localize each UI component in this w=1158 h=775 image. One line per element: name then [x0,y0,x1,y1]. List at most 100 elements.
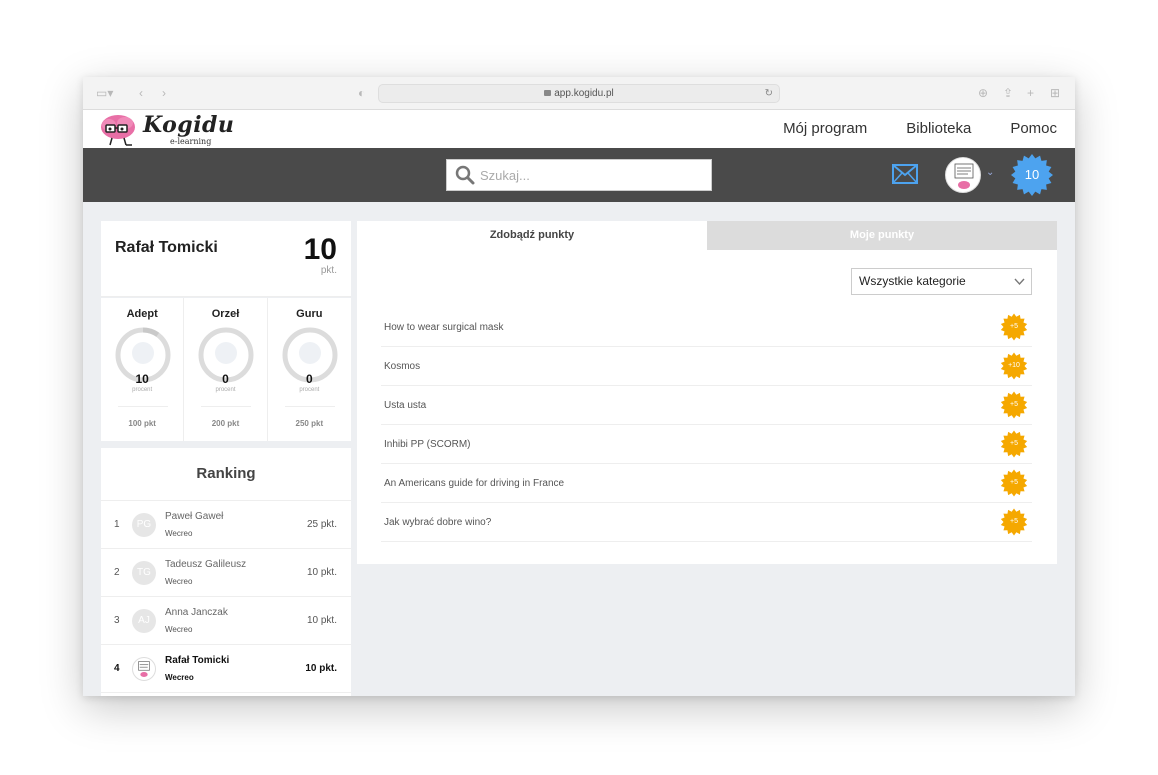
search-input[interactable] [480,160,705,190]
brain-mascot-icon [101,115,135,146]
logo-text: Kogidu [143,112,235,138]
app-toolbar: ⌄ 10 [83,148,1075,202]
level-threshold: 250 pkt [295,419,324,428]
ranking-row[interactable]: 2 TG Tadeusz Galileusz Wecreo 10 pkt. [101,549,351,597]
nav-help[interactable]: Pomoc [1010,120,1057,137]
level-guru: Guru 0 procent 250 pkt [268,298,351,441]
ranking-points: 10 pkt. [306,615,337,626]
activity-item[interactable]: How to wear surgical mask +5 [381,308,1032,347]
user-avatar[interactable] [945,157,981,193]
browser-toolbar: ▭▾ ‹ › ◐ app.kogidu.pl ↻ ⊕ ⇪ + ⊞ [83,77,1075,110]
avatar: PG [132,513,156,537]
earn-points-panel: Wszystkie kategorie How to wear surgical… [357,250,1057,564]
chevron-down-icon [1014,278,1025,286]
ranking-position: 4 [114,663,120,674]
avatar-image-icon [138,661,150,677]
activity-title: Usta usta [384,400,427,411]
reward-badge: +5 [1000,313,1028,341]
activity-title: Kosmos [384,361,421,372]
activity-item[interactable]: An Americans guide for driving in France… [381,464,1032,503]
ranking-row[interactable]: 3 AJ Anna Janczak Wecreo 10 pkt. [101,597,351,645]
tab-my-points[interactable]: Moje punkty [707,221,1057,250]
nav-library[interactable]: Biblioteka [906,120,971,137]
nav-my-program[interactable]: Mój program [783,120,867,137]
mail-icon[interactable] [892,164,918,184]
profile-name: Rafał Tomicki [115,239,218,256]
reward-badge: +10 [1000,352,1028,380]
points-badge-value: 10 [1024,167,1040,182]
avatar-image-icon [954,163,974,189]
ranking-points: 10 pkt. [305,663,337,674]
ranking-position: 2 [114,567,120,578]
level-name: Orzeł [211,308,240,320]
share-icon[interactable]: ⇪ [1003,86,1013,100]
reward-value: +5 [1010,518,1018,525]
level-threshold: 200 pkt [211,419,240,428]
back-icon[interactable]: ‹ [139,86,143,100]
url-text: app.kogidu.pl [554,88,614,99]
avatar: TG [132,561,156,585]
ranking-position: 3 [114,615,120,626]
activity-title: Jak wybrać dobre wino? [384,517,492,528]
ranking-user-name: Rafał Tomicki [165,655,230,666]
divider [201,406,252,407]
category-select-value: Wszystkie kategorie [859,274,966,288]
tab-overview-icon[interactable]: ⊞ [1050,86,1060,100]
level-threshold: 100 pkt [128,419,156,428]
avatar: AJ [132,609,156,633]
ranking-user-org: Wecreo [165,577,193,586]
level-orzel: Orzeł 0 procent 200 pkt [184,298,268,441]
divider [118,406,168,407]
ranking-title: Ranking [196,465,256,482]
new-tab-icon[interactable]: + [1027,86,1034,100]
search-icon [455,165,475,185]
ranking-user-name: Tadeusz Galileusz [165,559,247,570]
reward-badge: +5 [1000,469,1028,497]
level-value-unit: procent [215,387,236,393]
ranking-user-name: Paweł Gaweł [165,511,224,522]
activity-item[interactable]: Kosmos +10 [381,347,1032,386]
ranking-row[interactable]: 1 PG Paweł Gaweł Wecreo 25 pkt. [101,501,351,549]
activity-item[interactable]: Jak wybrać dobre wino? +5 [381,503,1032,542]
levels-card: Adept 10 procent 100 pkt Orzeł 0 procent… [101,298,351,441]
points-badge[interactable]: 10 [1010,153,1054,197]
ranking-points: 25 pkt. [306,519,337,530]
level-value-unit: procent [132,387,153,393]
level-name: Adept [126,308,158,320]
address-bar[interactable]: app.kogidu.pl ↻ [378,84,780,103]
divider [284,406,335,407]
sidebar-toggle-icon[interactable]: ▭▾ [96,86,113,100]
level-adept: Adept 10 procent 100 pkt [101,298,185,441]
reward-value: +5 [1010,401,1018,408]
ranking-row-current-user[interactable]: 4 Rafał Tomicki Wecreo 10 pkt. [101,645,351,693]
points-tabs: Zdobądź punkty Moje punkty [357,221,1057,250]
level-name: Guru [296,308,323,320]
ranking-user-org: Wecreo [165,625,193,634]
reward-badge: +5 [1000,430,1028,458]
search-box [446,159,712,191]
ranking-user-name: Anna Janczak [165,607,228,618]
activity-item[interactable]: Inhibi PP (SCORM) +5 [381,425,1032,464]
level-value: 10 [135,372,149,386]
main-nav: Mój program Biblioteka Pomoc [783,120,1057,137]
level-value-unit: procent [299,387,320,393]
activity-title: An Americans guide for driving in France [384,478,565,489]
ranking-card: Ranking 1 PG Paweł Gaweł Wecreo 25 pkt. … [101,448,351,696]
chevron-down-icon[interactable]: ⌄ [986,167,994,178]
logo[interactable]: Kogidu e-learning [99,112,234,147]
reward-value: +5 [1010,323,1018,330]
level-value: 0 [305,372,313,386]
forward-icon[interactable]: › [162,86,166,100]
category-select[interactable]: Wszystkie kategorie [851,268,1032,295]
ranking-user-org: Wecreo [165,673,194,682]
level-value: 0 [222,372,229,386]
download-icon[interactable]: ⊕ [978,86,988,100]
activity-item[interactable]: Usta usta +5 [381,386,1032,425]
profile-card: Rafał Tomicki 10 pkt. [101,221,351,297]
site-header: Kogidu e-learning Mój program Biblioteka… [83,110,1075,148]
reload-icon[interactable]: ↻ [765,85,773,102]
browser-window: ▭▾ ‹ › ◐ app.kogidu.pl ↻ ⊕ ⇪ + ⊞ Kogidu … [83,77,1075,696]
reward-value: +5 [1010,440,1018,447]
reward-badge: +5 [1000,391,1028,419]
tab-earn-points[interactable]: Zdobądź punkty [357,221,707,250]
